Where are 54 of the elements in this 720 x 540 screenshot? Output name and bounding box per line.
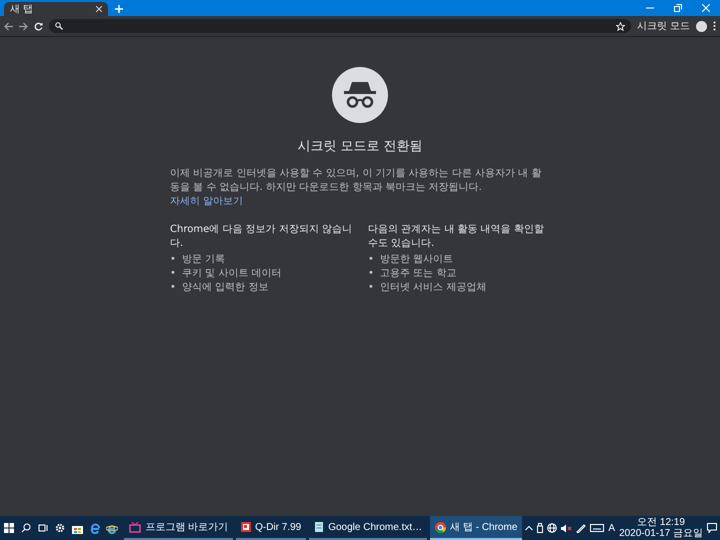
task-view-icon[interactable]	[38, 523, 48, 533]
page-title: 시크릿 모드로 전환됨	[297, 138, 423, 155]
taskbar-app-button[interactable]: 새 탭 - Chrome	[430, 516, 522, 540]
list-item: 방문 기록	[182, 253, 226, 267]
speaker-muted-icon[interactable]	[561, 524, 572, 532]
bullet: •	[368, 267, 374, 281]
taskbar-app-button[interactable]: Google Chrome.txt…	[309, 516, 428, 540]
browser-tab[interactable]: 새 탭	[4, 2, 108, 16]
windows-logo-icon[interactable]	[4, 523, 14, 533]
reload-icon[interactable]	[34, 22, 43, 30]
chrome-logo-icon	[435, 522, 446, 532]
search-icon[interactable]	[20, 523, 31, 533]
column-heading: 다음의 관계자는 내 활동 내역을 확인할 수도 있습니다.	[368, 223, 545, 251]
menu-icon[interactable]	[713, 21, 716, 31]
tv-icon	[129, 522, 142, 532]
taskbar-app-button[interactable]: Q-Dir 7.99	[236, 516, 306, 540]
e-logo-icon[interactable]	[106, 522, 118, 534]
usb-drive-icon[interactable]	[537, 523, 544, 533]
bullet: •	[170, 281, 176, 295]
taskbar-app-button[interactable]: 프로그램 바로가기	[124, 516, 234, 540]
new-tab-icon[interactable]	[115, 5, 123, 13]
pen-icon[interactable]	[576, 523, 586, 533]
input-mode-indicator[interactable]: A	[608, 522, 616, 534]
bullet: •	[368, 253, 374, 267]
tab-title: 새 탭	[10, 3, 34, 16]
e-logo-icon[interactable]	[89, 522, 100, 534]
star-icon[interactable]	[616, 22, 625, 30]
list-item: 인터넷 서비스 제공업체	[380, 281, 486, 295]
keyboard-icon[interactable]	[590, 524, 604, 532]
restore-icon[interactable]	[674, 4, 682, 12]
list-item: 쿠키 및 사이트 데이터	[182, 267, 282, 281]
list-item: 양식에 입력한 정보	[182, 281, 268, 295]
window-icon	[241, 522, 252, 532]
bullet: •	[368, 281, 374, 295]
chevron-up-icon[interactable]	[525, 525, 534, 531]
list-item: 고용주 또는 학교	[380, 267, 456, 281]
globe-icon[interactable]	[547, 523, 558, 533]
bullet: •	[170, 253, 176, 267]
incognito-avatar-icon[interactable]	[696, 20, 707, 32]
back-arrow-icon[interactable]	[4, 22, 13, 30]
column-heading: Chrome에 다음 정보가 저장되지 않습니다.	[170, 223, 352, 251]
list-item: 방문한 웹사이트	[380, 253, 454, 267]
incognito-label[interactable]: 시크릿 모드	[636, 19, 690, 33]
close-icon[interactable]	[96, 6, 102, 12]
clock-time[interactable]: 오전 12:19	[637, 517, 685, 528]
gear-icon[interactable]	[55, 523, 66, 533]
intro-paragraph: 이제 비공개로 인터넷을 사용할 수 있으며, 이 기기를 사용하는 다른 사용자가 내 활동을 볼 수 없습니다. 하지만 다운로드한 항목과 북마크는 저장됩니다. 자세히 알아보기	[170, 167, 542, 209]
notepad-icon	[314, 522, 324, 532]
forward-arrow-icon[interactable]	[19, 22, 28, 30]
learn-more-link[interactable]: 자세히 알아보기	[170, 196, 244, 207]
search-icon	[55, 22, 63, 30]
bullet: •	[170, 267, 176, 281]
notification-icon[interactable]	[707, 523, 717, 533]
clock-date[interactable]: 2020-01-17 금요일	[619, 528, 703, 539]
